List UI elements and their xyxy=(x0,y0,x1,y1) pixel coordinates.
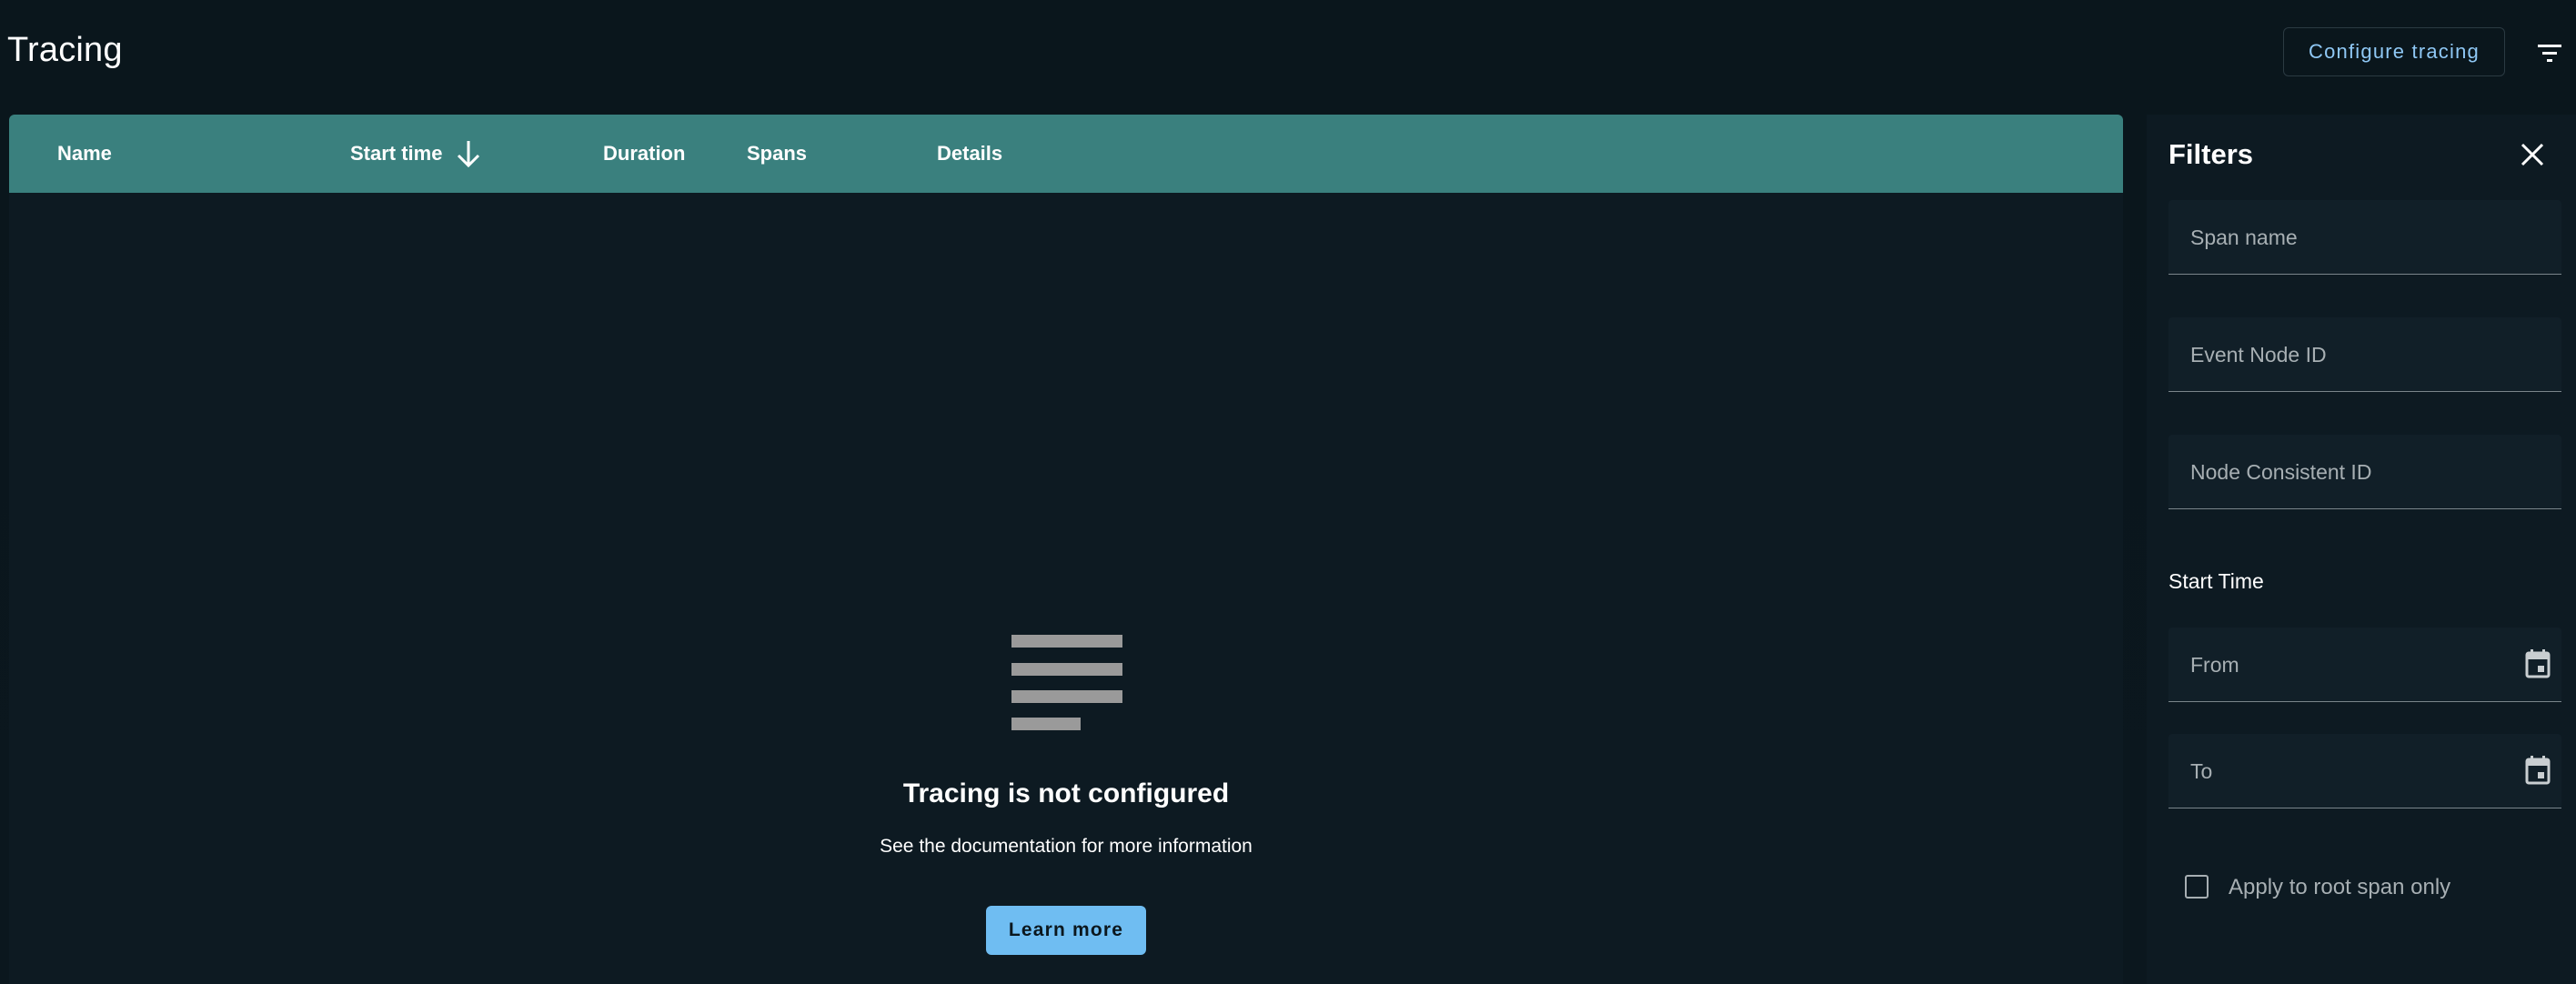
start-time-label: Start Time xyxy=(2168,569,2264,593)
app-root: Tracing Configure tracing Name Start tim… xyxy=(0,0,2576,984)
column-duration[interactable]: Duration xyxy=(603,142,685,166)
list-lines-icon xyxy=(1011,635,1124,740)
node-consistent-id-placeholder: Node Consistent ID xyxy=(2190,460,2372,484)
close-icon xyxy=(2521,143,2544,166)
event-node-id-placeholder: Event Node ID xyxy=(2190,343,2327,366)
from-placeholder: From xyxy=(2190,653,2239,677)
page-title: Tracing xyxy=(7,31,123,69)
calendar-icon[interactable] xyxy=(2521,648,2554,682)
empty-state-title: Tracing is not configured xyxy=(902,778,1230,808)
column-name[interactable]: Name xyxy=(57,142,112,166)
close-filters-button[interactable] xyxy=(2514,136,2551,173)
start-time-from-input[interactable]: From xyxy=(2168,628,2561,702)
to-placeholder: To xyxy=(2190,759,2213,783)
span-name-input[interactable]: Span name xyxy=(2168,200,2561,275)
learn-more-button[interactable]: Learn more xyxy=(986,906,1146,955)
empty-state-subtitle: See the documentation for more informati… xyxy=(880,836,1253,857)
filters-panel: Filters Span name Event Node ID Node Con… xyxy=(2147,115,2576,984)
sort-descending-button[interactable] xyxy=(455,138,482,169)
column-spans[interactable]: Spans xyxy=(747,142,807,166)
filters-title: Filters xyxy=(2168,138,2254,170)
filter-toggle-button[interactable] xyxy=(2534,40,2565,67)
node-consistent-id-input[interactable]: Node Consistent ID xyxy=(2168,435,2561,509)
traces-table: Name Start time Duration Spans Details T… xyxy=(9,115,2123,984)
column-start-time[interactable]: Start time xyxy=(350,142,442,166)
span-name-placeholder: Span name xyxy=(2190,226,2298,249)
root-span-only-checkbox[interactable] xyxy=(2185,875,2209,899)
table-header: Name Start time Duration Spans Details xyxy=(9,115,2123,193)
arrow-down-icon xyxy=(457,141,480,168)
event-node-id-input[interactable]: Event Node ID xyxy=(2168,317,2561,392)
column-details: Details xyxy=(937,142,1003,165)
root-span-only-label[interactable]: Apply to root span only xyxy=(2229,875,2450,900)
filter-icon xyxy=(2538,45,2561,62)
start-time-to-input[interactable]: To xyxy=(2168,734,2561,808)
calendar-icon[interactable] xyxy=(2521,754,2554,788)
configure-tracing-button[interactable]: Configure tracing xyxy=(2283,27,2505,76)
